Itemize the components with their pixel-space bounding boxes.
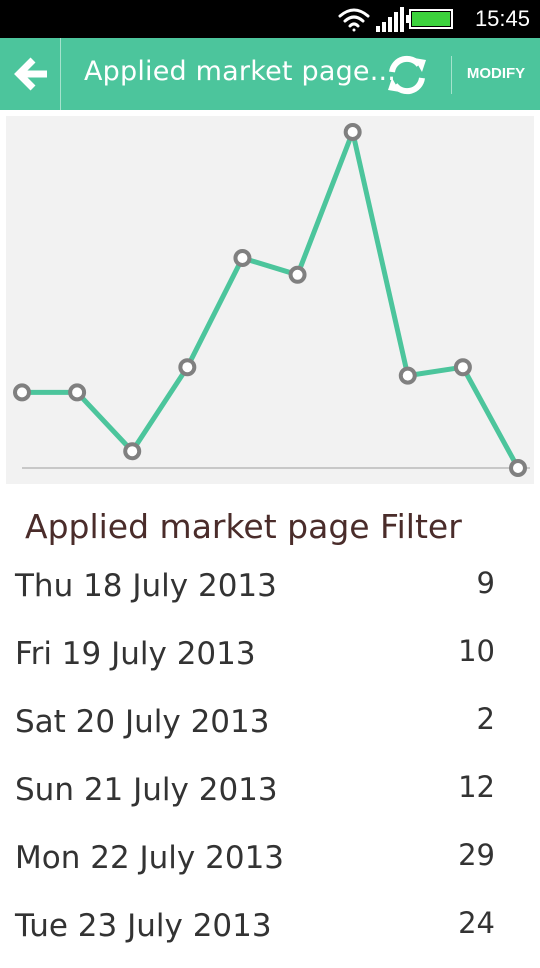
back-button[interactable] [0, 38, 60, 110]
list-item-count: 2 [476, 702, 495, 736]
data-point[interactable] [453, 358, 472, 377]
chart-svg [13, 123, 530, 477]
list-item-date: Sun 21 July 2013 [15, 772, 278, 808]
list-item-date: Tue 23 July 2013 [15, 908, 272, 944]
status-time: 15:45 [474, 6, 530, 31]
list-item-date: Mon 22 July 2013 [15, 840, 285, 876]
list-item-date: Thu 18 July 2013 [15, 568, 277, 604]
status-icons [338, 7, 453, 32]
battery-icon [406, 9, 453, 29]
data-point[interactable] [68, 383, 87, 402]
line-chart [6, 116, 534, 484]
data-point[interactable] [509, 459, 527, 477]
back-arrow-icon [14, 57, 47, 91]
list-item-date: Fri 19 July 2013 [15, 636, 256, 672]
data-point[interactable] [233, 249, 252, 267]
list-item[interactable]: Fri 19 July 2013 10 [0, 628, 540, 696]
refresh-icon [388, 55, 426, 95]
refresh-button[interactable] [384, 52, 430, 98]
data-point[interactable] [398, 366, 417, 385]
list-item[interactable]: Sat 20 July 2013 2 [0, 696, 540, 764]
wifi-icon [338, 8, 370, 32]
modify-button[interactable]: MODIFY [452, 38, 540, 110]
list-item[interactable]: Tue 23 July 2013 24 [0, 900, 540, 968]
section-title: Applied market page Filter [25, 507, 462, 546]
data-point[interactable] [288, 265, 307, 284]
series-line [22, 129, 521, 470]
list-item-count: 29 [458, 838, 495, 872]
list-item-count: 10 [458, 634, 495, 668]
chart-points [13, 123, 527, 477]
list-item[interactable]: Sun 21 July 2013 12 [0, 764, 540, 832]
status-bar: 15:45 [0, 0, 540, 38]
action-bar-title: Applied market page... [84, 56, 397, 87]
signal-icon [376, 7, 404, 32]
data-point[interactable] [178, 358, 197, 377]
action-bar: Applied market page... MODIFY [0, 38, 540, 110]
list-item-count: 24 [458, 906, 495, 940]
data-point[interactable] [13, 383, 31, 402]
data-point[interactable] [123, 442, 142, 461]
list-item[interactable]: Thu 18 July 2013 9 [0, 560, 540, 628]
list-item[interactable]: Mon 22 July 2013 29 [0, 832, 540, 900]
data-point[interactable] [343, 123, 362, 141]
list-item-date: Sat 20 July 2013 [15, 704, 270, 740]
list-item-count: 9 [476, 566, 495, 600]
list-item-count: 12 [458, 770, 495, 804]
action-bar-divider [60, 38, 61, 110]
